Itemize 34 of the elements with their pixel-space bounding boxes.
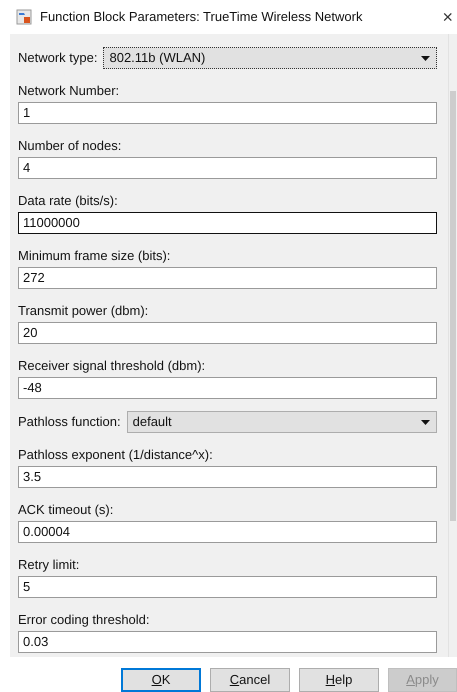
input-field[interactable]: 0.00004 xyxy=(18,521,437,543)
input-field[interactable]: 0.03 xyxy=(18,631,437,653)
field-label: Error coding threshold: xyxy=(18,611,151,629)
field-label: Receiver signal threshold (dbm): xyxy=(18,357,206,375)
field-label: Number of nodes: xyxy=(18,137,122,155)
field-label: Transmit power (dbm): xyxy=(18,302,150,320)
scrollbar-thumb[interactable] xyxy=(450,91,456,521)
field-label: Network Number: xyxy=(18,82,120,100)
field-label: Pathloss function: xyxy=(18,413,121,432)
input-field[interactable]: 5 xyxy=(18,576,437,598)
dropdown[interactable]: default xyxy=(126,411,437,433)
field-label: Data rate (bits/s): xyxy=(18,192,119,210)
scrollbar[interactable] xyxy=(448,34,457,657)
window-title: Function Block Parameters: TrueTime Wireless Network xyxy=(40,8,364,26)
field-label: Retry limit: xyxy=(18,556,80,574)
dropdown[interactable]: 802.11b (WLAN) xyxy=(103,47,437,69)
input-field[interactable]: 272 xyxy=(18,267,437,289)
dialog-button[interactable]: Cancel xyxy=(210,668,290,692)
input-field[interactable]: 4 xyxy=(18,157,437,179)
input-field[interactable]: 11000000 xyxy=(18,212,437,234)
app-icon xyxy=(16,9,32,25)
input-field[interactable]: 20 xyxy=(18,322,437,344)
close-button[interactable]: × xyxy=(442,8,453,26)
field-label: Pathloss exponent (1/distance^x): xyxy=(18,446,214,464)
caret-icon xyxy=(421,420,430,424)
input-field[interactable]: -48 xyxy=(18,377,437,399)
field-label: Network type: xyxy=(18,49,98,68)
input-field[interactable]: 1 xyxy=(18,102,437,124)
field-label: Minimum frame size (bits): xyxy=(18,247,172,265)
caret-icon xyxy=(421,56,430,60)
input-field[interactable]: 3.5 xyxy=(18,466,437,488)
dialog-button[interactable]: OK xyxy=(121,668,201,692)
field-label: ACK timeout (s): xyxy=(18,501,114,519)
dialog-button[interactable]: Help xyxy=(299,668,379,692)
